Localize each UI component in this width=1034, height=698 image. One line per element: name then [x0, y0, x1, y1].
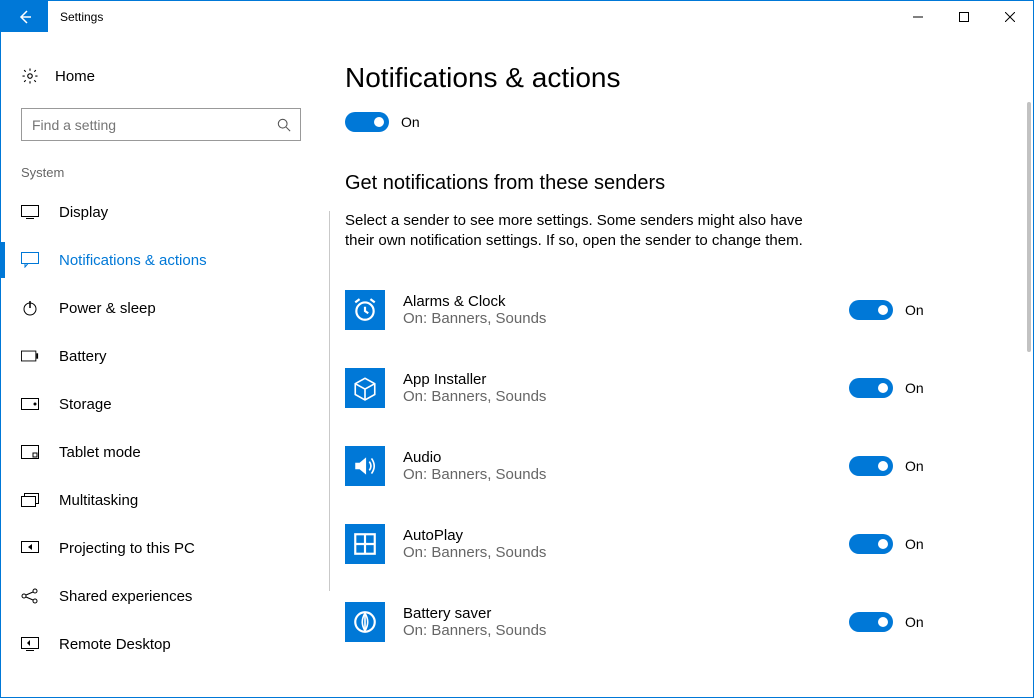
sender-toggle[interactable]: [849, 378, 893, 398]
storage-icon: [21, 398, 39, 410]
sender-sub: On: Banners, Sounds: [403, 388, 831, 405]
main-content: Notifications & actions On Get notificat…: [321, 32, 1033, 697]
sidebar-item-label: Display: [59, 204, 108, 221]
sidebar: Home System Display Notifications & acti…: [1, 32, 321, 697]
sidebar-item-tablet[interactable]: Tablet mode: [1, 428, 321, 476]
back-icon: [17, 9, 33, 25]
sidebar-item-multitasking[interactable]: Multitasking: [1, 476, 321, 524]
sidebar-item-projecting[interactable]: Projecting to this PC: [1, 524, 321, 572]
display-icon: [21, 205, 39, 219]
sender-row-alarms[interactable]: Alarms & Clock On: Banners, Sounds On: [345, 282, 1009, 338]
page-heading: Notifications & actions: [345, 62, 1009, 94]
sidebar-item-label: Projecting to this PC: [59, 540, 195, 557]
sender-row-audio[interactable]: Audio On: Banners, Sounds On: [345, 438, 1009, 494]
sender-name: Audio: [403, 449, 831, 466]
back-button[interactable]: [1, 1, 48, 32]
sidebar-item-label: Battery: [59, 348, 107, 365]
sidebar-item-display[interactable]: Display: [1, 188, 321, 236]
sender-row-autoplay[interactable]: AutoPlay On: Banners, Sounds On: [345, 516, 1009, 572]
clock-icon: [345, 290, 385, 330]
search-icon: [277, 118, 291, 132]
sender-state: On: [905, 614, 924, 630]
minimize-icon: [913, 12, 923, 22]
notifications-master-toggle[interactable]: [345, 112, 389, 132]
sender-state: On: [905, 458, 924, 474]
master-toggle-label: On: [401, 114, 420, 130]
sender-toggle[interactable]: [849, 612, 893, 632]
sidebar-item-label: Power & sleep: [59, 300, 156, 317]
tablet-icon: [21, 445, 39, 459]
power-icon: [21, 300, 39, 316]
sender-row-appinstaller[interactable]: App Installer On: Banners, Sounds On: [345, 360, 1009, 416]
sender-sub: On: Banners, Sounds: [403, 466, 831, 483]
maximize-icon: [959, 12, 969, 22]
sender-toggle[interactable]: [849, 300, 893, 320]
sidebar-item-label: Multitasking: [59, 492, 138, 509]
battery-icon: [21, 350, 39, 362]
remote-icon: [21, 637, 39, 651]
sender-state: On: [905, 536, 924, 552]
notifications-icon: [21, 252, 39, 268]
minimize-button[interactable]: [895, 1, 941, 32]
scrollbar[interactable]: [1019, 32, 1033, 697]
sender-toggle[interactable]: [849, 456, 893, 476]
sidebar-item-storage[interactable]: Storage: [1, 380, 321, 428]
sidebar-item-label: Storage: [59, 396, 112, 413]
sender-sub: On: Banners, Sounds: [403, 544, 831, 561]
sender-toggle[interactable]: [849, 534, 893, 554]
sidebar-item-label: Tablet mode: [59, 444, 141, 461]
sender-name: Alarms & Clock: [403, 293, 831, 310]
section-heading: Get notifications from these senders: [345, 172, 1009, 195]
sender-state: On: [905, 380, 924, 396]
maximize-button[interactable]: [941, 1, 987, 32]
multitasking-icon: [21, 493, 39, 507]
box-icon: [345, 368, 385, 408]
sidebar-item-notifications[interactable]: Notifications & actions: [1, 236, 321, 284]
grid-icon: [345, 524, 385, 564]
sender-name: Battery saver: [403, 605, 831, 622]
sidebar-item-label: Shared experiences: [59, 588, 192, 605]
sidebar-item-shared[interactable]: Shared experiences: [1, 572, 321, 620]
sidebar-group-label: System: [1, 155, 321, 188]
sidebar-item-label: Remote Desktop: [59, 636, 171, 653]
sidebar-item-power[interactable]: Power & sleep: [1, 284, 321, 332]
sidebar-item-remote[interactable]: Remote Desktop: [1, 620, 321, 668]
home-link[interactable]: Home: [1, 56, 321, 96]
sidebar-item-battery[interactable]: Battery: [1, 332, 321, 380]
sender-row-batterysaver[interactable]: Battery saver On: Banners, Sounds On: [345, 594, 1009, 650]
titlebar: Settings: [1, 1, 1033, 32]
sender-name: AutoPlay: [403, 527, 831, 544]
home-label: Home: [55, 68, 95, 85]
sender-sub: On: Banners, Sounds: [403, 622, 831, 639]
sender-name: App Installer: [403, 371, 831, 388]
projecting-icon: [21, 541, 39, 555]
gear-icon: [21, 67, 39, 85]
speaker-icon: [345, 446, 385, 486]
search-input[interactable]: [21, 108, 301, 141]
close-button[interactable]: [987, 1, 1033, 32]
shared-icon: [21, 588, 39, 604]
window-title: Settings: [48, 1, 115, 32]
close-icon: [1005, 12, 1015, 22]
sender-state: On: [905, 302, 924, 318]
scrollbar-thumb[interactable]: [1027, 102, 1031, 352]
leaf-icon: [345, 602, 385, 642]
sender-sub: On: Banners, Sounds: [403, 310, 831, 327]
sidebar-item-label: Notifications & actions: [59, 252, 207, 269]
section-description: Select a sender to see more settings. So…: [345, 211, 805, 252]
